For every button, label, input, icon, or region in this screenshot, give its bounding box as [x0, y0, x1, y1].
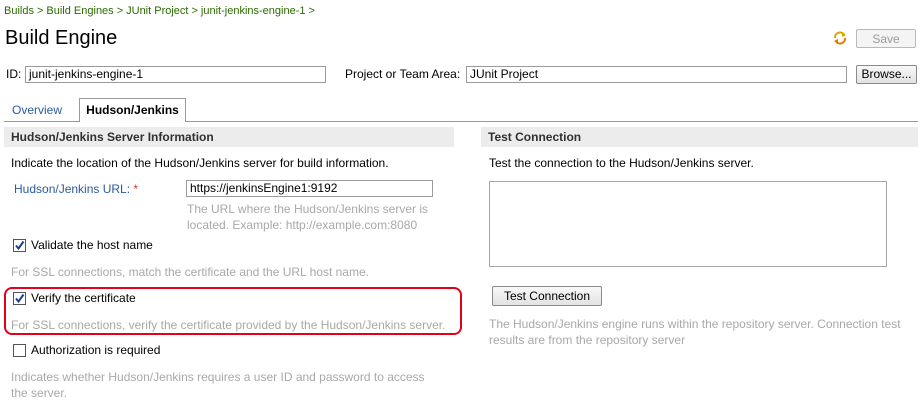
- authorization-hint: Indicates whether Hudson/Jenkins require…: [11, 369, 451, 401]
- breadcrumb-builds[interactable]: Builds: [4, 5, 34, 17]
- save-button[interactable]: Save: [856, 29, 916, 48]
- id-input[interactable]: junit-jenkins-engine-1: [25, 66, 326, 83]
- breadcrumb: Builds > Build Engines > JUnit Project > junit…: [4, 5, 318, 17]
- project-label: Project or Team Area:: [345, 67, 461, 81]
- required-marker: *: [133, 182, 139, 196]
- test-results-area[interactable]: [489, 181, 887, 267]
- test-section-description: Test the connection to the Hudson/Jenkin…: [489, 156, 754, 170]
- breadcrumb-separator: >: [191, 5, 198, 17]
- breadcrumb-separator: >: [116, 5, 124, 17]
- breadcrumb-engine[interactable]: junit-jenkins-engine-1: [201, 5, 306, 17]
- url-label: Hudson/Jenkins URL: *: [14, 182, 138, 196]
- authorization-label[interactable]: Authorization is required: [31, 343, 160, 357]
- server-section-header: Hudson/Jenkins Server Information: [4, 127, 454, 147]
- tab-overview[interactable]: Overview: [12, 103, 62, 117]
- authorization-hint-line-1: Indicates whether Hudson/Jenkins require…: [11, 370, 425, 384]
- test-section-header: Test Connection: [481, 127, 918, 147]
- url-input[interactable]: https://jenkinsEngine1:9192: [186, 180, 433, 197]
- authorization-hint-line-2: the server.: [11, 386, 68, 400]
- test-note-line-2: results are from the repository server: [489, 333, 686, 347]
- test-note-line-1: The Hudson/Jenkins engine runs within th…: [489, 317, 901, 331]
- url-hint-line-2: located. Example: http://example.com:808…: [187, 218, 418, 232]
- url-label-text: Hudson/Jenkins URL:: [14, 182, 131, 196]
- breadcrumb-junit-project[interactable]: JUnit Project: [126, 5, 188, 17]
- validate-host-hint: For SSL connections, match the certifica…: [11, 265, 369, 279]
- server-section-description: Indicate the location of the Hudson/Jenk…: [11, 156, 389, 170]
- authorization-checkbox[interactable]: [13, 344, 26, 357]
- test-connection-button[interactable]: Test Connection: [492, 286, 602, 306]
- breadcrumb-build-engines[interactable]: Build Engines: [46, 5, 113, 17]
- id-label: ID:: [6, 67, 22, 81]
- breadcrumb-separator: >: [308, 5, 315, 17]
- verify-certificate-checkbox[interactable]: [13, 292, 26, 305]
- browse-button[interactable]: Browse...: [856, 65, 917, 84]
- verify-certificate-label[interactable]: Verify the certificate: [31, 291, 136, 305]
- tab-hudson-jenkins[interactable]: Hudson/Jenkins: [79, 98, 186, 122]
- page-title: Build Engine: [5, 27, 118, 49]
- verify-certificate-hint: For SSL connections, verify the certific…: [11, 318, 446, 332]
- url-hint-line-1: The URL where the Hudson/Jenkins server …: [187, 202, 428, 216]
- test-section-note: The Hudson/Jenkins engine runs within th…: [489, 316, 919, 348]
- project-input[interactable]: JUnit Project: [466, 66, 847, 83]
- validate-host-label[interactable]: Validate the host name: [31, 238, 153, 252]
- breadcrumb-separator: >: [36, 5, 44, 17]
- refresh-icon[interactable]: [832, 30, 848, 46]
- url-hint: The URL where the Hudson/Jenkins server …: [187, 201, 447, 233]
- validate-host-checkbox[interactable]: [13, 239, 26, 252]
